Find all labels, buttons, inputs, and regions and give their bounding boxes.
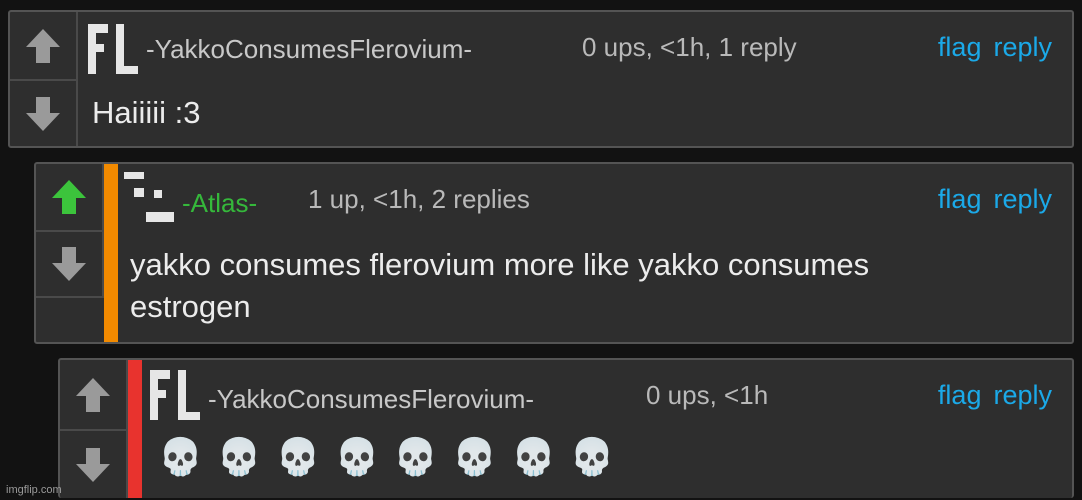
comment-actions: flag reply [926, 184, 1052, 215]
reply-link[interactable]: reply [993, 32, 1052, 62]
comment-text-line: yakko consumes flerovium more like yakko… [130, 247, 870, 282]
skull-icon: 💀 [569, 436, 615, 477]
avatar[interactable] [86, 24, 140, 74]
comment-text: Haiiiii :3 [92, 95, 201, 130]
downvote-button[interactable] [10, 79, 76, 146]
avatar[interactable] [148, 370, 202, 420]
watermark: imgflip.com [6, 484, 62, 496]
reply-link[interactable]: reply [993, 380, 1052, 410]
down-arrow-icon [52, 247, 86, 281]
username[interactable]: -Atlas- [182, 188, 257, 219]
comment-text: yakko consumes flerovium more like yakko… [130, 244, 869, 328]
skull-icon: 💀 [216, 436, 262, 477]
reply-link[interactable]: reply [993, 184, 1052, 214]
comment-text: 💀 💀 💀 💀 💀 💀 💀 💀 [158, 436, 629, 480]
comment-actions: flag reply [926, 32, 1052, 63]
comment-3: -YakkoConsumesFlerovium- 0 ups, <1h flag… [58, 358, 1074, 498]
comment-1: -YakkoConsumesFlerovium- 0 ups, <1h, 1 r… [8, 10, 1074, 148]
flag-link[interactable]: flag [938, 32, 982, 62]
username[interactable]: -YakkoConsumesFlerovium- [146, 34, 472, 65]
comment-meta: 1 up, <1h, 2 replies [308, 184, 530, 214]
username[interactable]: -YakkoConsumesFlerovium- [208, 384, 534, 415]
skull-icon: 💀 [452, 436, 497, 477]
downvote-button[interactable] [60, 429, 126, 498]
skull-icon: 💀 [393, 436, 439, 477]
down-arrow-icon [26, 96, 60, 131]
comment-actions: flag reply [926, 380, 1052, 411]
skull-icon: 💀 [510, 436, 556, 477]
up-arrow-icon [26, 28, 60, 63]
down-arrow-icon [76, 447, 110, 482]
flag-link[interactable]: flag [938, 184, 982, 214]
skull-icon: 💀 [158, 436, 203, 477]
thread-bar [104, 164, 118, 342]
flag-link[interactable]: flag [938, 380, 982, 410]
skull-icon: 💀 [334, 436, 380, 477]
up-arrow-icon [52, 180, 86, 214]
vote-column [36, 164, 104, 298]
vote-column [60, 360, 128, 498]
comment-text-line: estrogen [130, 289, 251, 324]
upvote-button[interactable] [10, 12, 76, 79]
comment-meta: 0 ups, <1h [646, 380, 769, 410]
comment-meta: 0 ups, <1h, 1 reply [582, 32, 797, 62]
comment-2: -Atlas- 1 up, <1h, 2 replies flag reply y… [34, 162, 1074, 344]
vote-column [10, 12, 78, 146]
skull-icon: 💀 [275, 436, 321, 477]
upvote-button[interactable] [36, 164, 102, 230]
thread-bar [128, 360, 142, 498]
downvote-button[interactable] [36, 230, 102, 296]
up-arrow-icon [76, 377, 110, 412]
avatar[interactable] [124, 172, 174, 224]
upvote-button[interactable] [60, 360, 126, 429]
